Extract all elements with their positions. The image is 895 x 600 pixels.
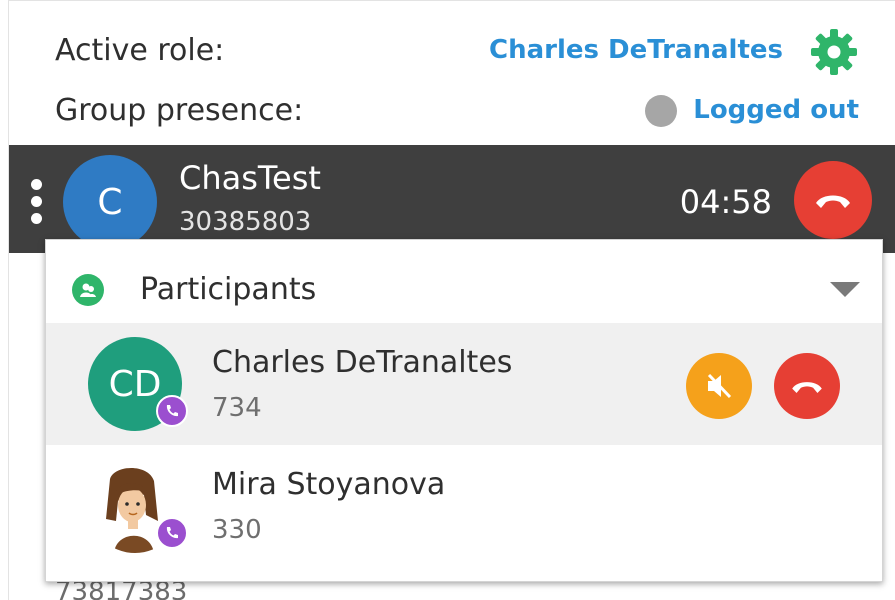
participant-name: Charles DeTranaltes <box>212 345 513 380</box>
presence-status-dot <box>645 95 677 127</box>
active-call-bar: C ChasTest 30385803 04:58 <box>9 145 895 253</box>
gear-icon <box>811 29 857 75</box>
hangup-participant-button[interactable] <box>774 353 840 419</box>
participants-icon <box>72 274 104 306</box>
call-contact-number: 30385803 <box>179 207 312 237</box>
participants-title: Participants <box>140 272 317 307</box>
more-options-icon[interactable] <box>31 179 45 229</box>
mute-participant-button[interactable] <box>686 353 752 419</box>
hangup-icon <box>816 195 850 208</box>
settings-button[interactable] <box>809 27 859 77</box>
call-panel: Active role: Charles DeTranaltes Group p… <box>8 0 895 600</box>
group-presence-label: Group presence: <box>55 93 304 128</box>
phone-status-badge-icon <box>156 517 188 549</box>
hangup-icon <box>792 382 822 393</box>
chevron-down-icon[interactable] <box>830 282 860 297</box>
call-contact-name: ChasTest <box>179 159 321 197</box>
participant-extension: 734 <box>212 393 262 423</box>
participant-row[interactable]: CD Charles DeTranaltes 734 <box>46 323 882 445</box>
active-role-name-link[interactable]: Charles DeTranaltes <box>489 35 783 65</box>
participant-extension: 330 <box>212 515 262 545</box>
phone-status-badge-icon <box>156 395 188 427</box>
speaker-muted-icon <box>707 373 732 399</box>
active-role-label: Active role: <box>55 33 225 68</box>
participants-dropdown: Participants CD Charles DeTranaltes 734 <box>45 239 883 582</box>
hangup-call-button[interactable] <box>794 161 872 239</box>
participant-row[interactable]: Mira Stoyanova 330 <box>46 445 882 567</box>
call-timer: 04:58 <box>679 183 772 221</box>
call-avatar: C <box>63 155 157 249</box>
presence-status-link[interactable]: Logged out <box>693 95 859 125</box>
participant-name: Mira Stoyanova <box>212 467 446 502</box>
